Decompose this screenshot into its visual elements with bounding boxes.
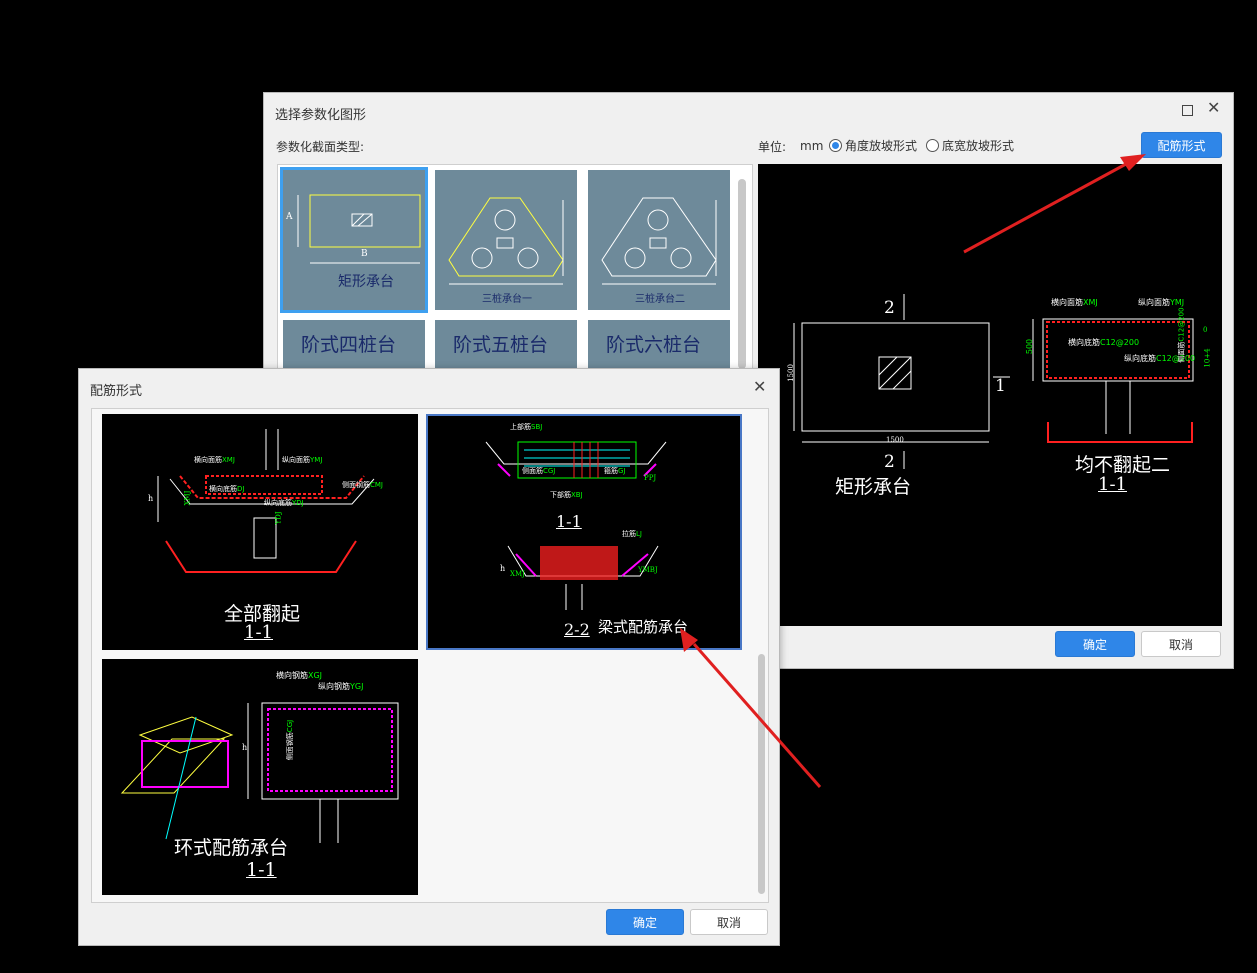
section-mark-top: 2 (884, 298, 895, 318)
label-v-rebar: 纵向钢筋YGJ (318, 682, 364, 691)
rebar-option-all-bent[interactable]: 横向面筋XMJ 纵向面筋YMJ 横向底筋DJ 纵向底筋YDJ 侧面钢筋CMJ X… (102, 414, 418, 650)
rebar-form-button[interactable]: 配筋形式 (1141, 132, 1222, 158)
rebar-option-grid: 横向面筋XMJ 纵向面筋YMJ 横向底筋DJ 纵向底筋YDJ 侧面钢筋CMJ X… (91, 408, 769, 903)
label-left-code-2: YDJ (274, 511, 283, 525)
preview-canvas: 2 2 1 1500 1500 矩形承台 均不翻起二 1-1 500 横向面筋X… (758, 164, 1222, 626)
rebar-grid-scrollbar[interactable] (758, 654, 765, 894)
rebar-ok-button[interactable]: 确定 (606, 909, 684, 935)
label-h-face: 横向面筋XMJ (1051, 298, 1098, 307)
tile-rect-a: A (286, 212, 293, 222)
label-side: 侧面筋C12@200 (1177, 307, 1186, 363)
label-stirrup: 箍筋GJ (604, 467, 626, 475)
label-left-code: XMJ (183, 490, 192, 506)
option-section-2: 2-2 (564, 620, 590, 639)
maximize-icon[interactable] (1182, 105, 1193, 116)
preview-right-section: 1-1 (1098, 474, 1127, 495)
option-title: 梁式配筋承台 (598, 618, 689, 636)
tile-three-pile-2[interactable]: 三桩承台二 (588, 170, 730, 310)
section-mark-right: 1 (995, 376, 1006, 396)
preview-drawing (793, 294, 1194, 469)
dim-cap-height: 500 (1025, 338, 1035, 355)
option-section: 1-1 (246, 859, 277, 881)
main-cancel-button[interactable]: 取消 (1141, 631, 1221, 657)
rect-cap-diagram (297, 194, 421, 264)
three-pile-diagram (448, 197, 564, 285)
dim-width: 1500 (886, 436, 904, 444)
tile-label: 矩形承台 (338, 274, 394, 290)
label-v-face: 纵向面筋YMJ (282, 456, 323, 464)
radio-unchecked-icon (926, 139, 939, 152)
option-section-1: 1-1 (556, 512, 582, 531)
preview-right-title: 均不翻起二 (1075, 454, 1171, 476)
label-dim-h: h (148, 494, 154, 503)
tile-label: 阶式四桩台 (301, 334, 397, 356)
section-type-grid: A B 矩形承台 三桩承台一 三桩承台二 阶式四桩台 阶式五桩台 阶式六桩台 (277, 164, 753, 376)
label-h-bottom: 横向底筋DJ (209, 485, 245, 493)
dim-height: 1500 (786, 364, 795, 382)
tile-three-pile-1[interactable]: 三桩承台一 (435, 170, 577, 310)
radio-width-slope[interactable]: 底宽放坡形式 (926, 137, 1014, 154)
close-icon[interactable]: ✕ (1207, 99, 1223, 117)
tile-label: 三桩承台一 (482, 294, 532, 305)
rebar-dialog-title: 配筋形式 (90, 384, 143, 399)
rebar-option-ring[interactable]: 横向钢筋XGJ 纵向钢筋YGJ 侧面钢筋CGJ h 环式配筋承台 1-1 (102, 659, 418, 895)
three-pile-diagram (601, 197, 717, 285)
tile-rect-b: B (361, 249, 368, 259)
radio-checked-icon (829, 139, 842, 152)
preview-left-title: 矩形承台 (835, 476, 912, 498)
label-pile: 拉筋LJ (622, 530, 642, 538)
radio-angle-slope[interactable]: 角度放坡形式 (829, 137, 917, 154)
option-title: 环式配筋承台 (174, 837, 289, 859)
close-icon[interactable]: ✕ (753, 377, 766, 396)
label-side: 侧面钢筋CGJ (286, 719, 295, 761)
label-h-face: 横向面筋XMJ (194, 456, 235, 464)
tile-label: 三桩承台二 (635, 294, 685, 305)
beam-rebar-diagram (485, 441, 667, 610)
rebar-dialog: 配筋形式 ✕ 横向面筋XMJ 纵向面筋YMJ 横向底筋DJ 纵向底筋YDJ 侧面… (78, 368, 780, 946)
section-mark-bottom: 2 (884, 452, 895, 472)
label-dim-h: h (242, 743, 248, 752)
label-v-code: YMBJ (638, 566, 658, 574)
label-h-bottom: 横向底筋C12@200 (1068, 338, 1140, 347)
label-h-code: XMJ (510, 570, 525, 578)
rebar-cancel-button[interactable]: 取消 (690, 909, 768, 935)
label-bottom: 下部筋XBJ (550, 491, 583, 499)
label-v-bottom: 纵向底筋YDJ (264, 499, 304, 507)
rebar-option-beam[interactable]: 上部筋SBJ 侧面筋CGJ 箍筋GJ 下部筋XBJ PPJ 1-1 拉筋LJ X… (426, 414, 742, 650)
unit-value: mm (800, 139, 824, 153)
label-v-face: 纵向面筋YMJ (1138, 298, 1185, 307)
main-ok-button[interactable]: 确定 (1055, 631, 1135, 657)
unit-label: 单位: (758, 140, 787, 154)
label-dim-h: h (500, 564, 506, 573)
section-type-label: 参数化截面类型: (276, 140, 365, 154)
label-side: 侧面筋CGJ (522, 467, 556, 475)
tile-label: 阶式六桩台 (606, 334, 702, 356)
label-side: 侧面钢筋CMJ (342, 481, 383, 489)
grid-scrollbar[interactable] (738, 179, 746, 369)
tile-rect-cap[interactable]: A B 矩形承台 (280, 167, 428, 313)
label-h-rebar: 横向钢筋XGJ (276, 671, 323, 680)
main-dialog-title: 选择参数化图形 (275, 108, 367, 123)
label-pp-code: PPJ (644, 474, 657, 482)
label-side-3: 0 (1203, 326, 1208, 334)
label-top: 上部筋SBJ (510, 423, 543, 431)
tile-label: 阶式五桩台 (453, 334, 549, 356)
option-section: 1-1 (244, 622, 273, 643)
label-side-2: 10+4 (1203, 348, 1212, 368)
